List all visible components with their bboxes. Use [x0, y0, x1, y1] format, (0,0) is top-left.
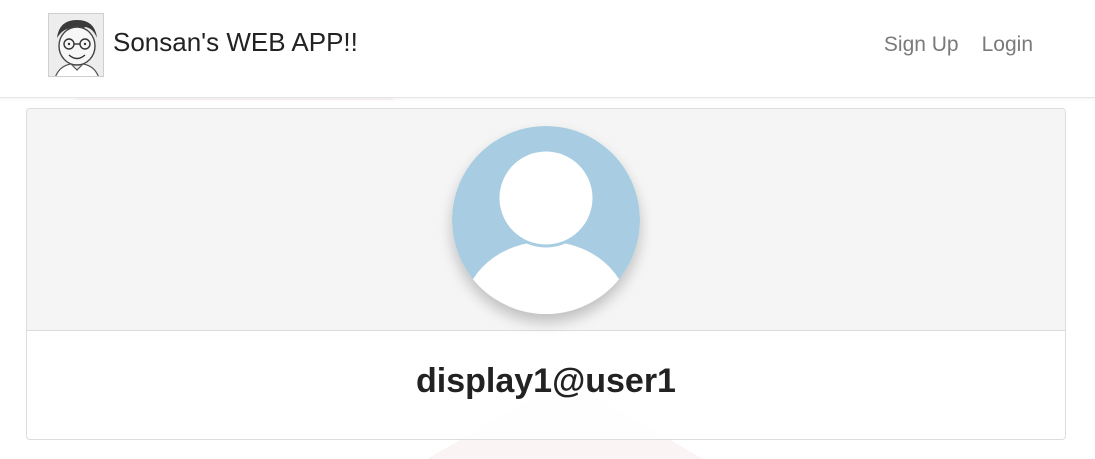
profile-card-header [27, 109, 1065, 331]
brand-logo-icon[interactable] [48, 13, 104, 77]
navbar: Sonsan's WEB APP!! Sign Up Login [0, 0, 1095, 98]
profile-avatar-icon [452, 126, 640, 314]
nav-links: Sign Up Login [884, 33, 1033, 57]
sign-up-link[interactable]: Sign Up [884, 33, 959, 57]
profile-card-body: display1@user1 [27, 331, 1065, 439]
login-link[interactable]: Login [982, 33, 1033, 57]
page: Sonsan's WEB APP!! Sign Up Login display… [0, 0, 1095, 459]
profile-card: display1@user1 [26, 108, 1066, 440]
brand-title[interactable]: Sonsan's WEB APP!! [113, 27, 358, 58]
user-display-name: display1@user1 [416, 361, 676, 400]
